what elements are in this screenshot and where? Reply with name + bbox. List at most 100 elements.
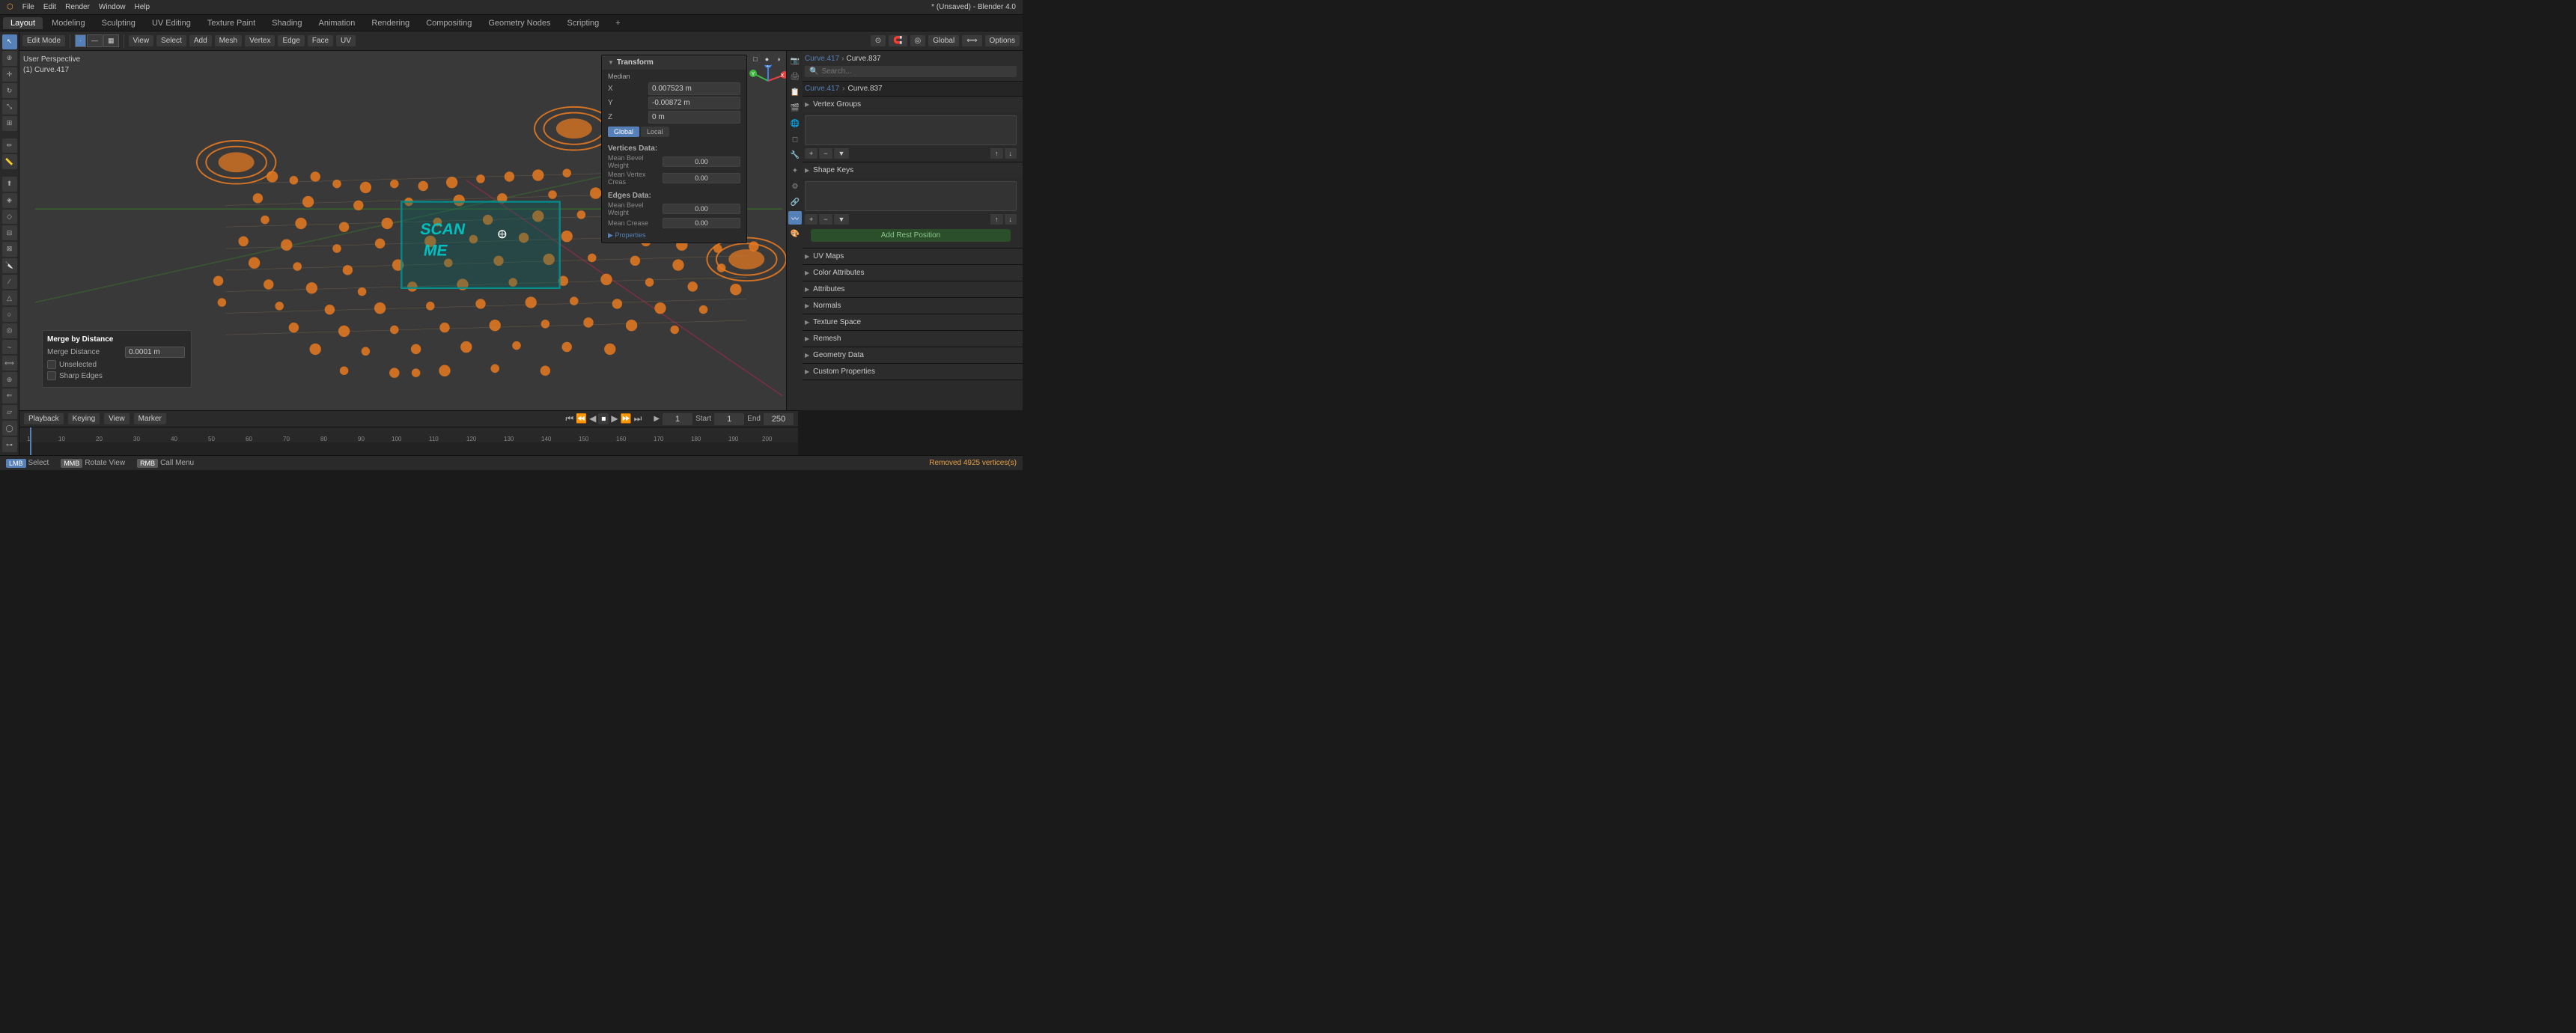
measure-tool[interactable]: 📏: [2, 154, 17, 169]
play-btn[interactable]: ▶: [611, 413, 618, 424]
stop-btn[interactable]: ⏹: [598, 413, 609, 424]
global-dropdown[interactable]: Global: [928, 35, 959, 46]
spin-tool[interactable]: ○: [2, 307, 17, 322]
inset-tool[interactable]: ◈: [2, 193, 17, 208]
remesh-header[interactable]: ▶ Remesh: [799, 331, 1023, 347]
to-sphere-tool[interactable]: ◯: [2, 421, 17, 436]
snap-btn[interactable]: 🧲: [889, 35, 907, 46]
mc-bar[interactable]: 0.00: [663, 218, 740, 228]
prop-icon-modifiers[interactable]: 🔧: [788, 148, 802, 162]
options-btn[interactable]: Options: [985, 35, 1020, 46]
edge-slide-tool[interactable]: ⟺: [2, 356, 17, 371]
menu-help[interactable]: Help: [130, 2, 153, 12]
tab-sculpting[interactable]: Sculpting: [94, 17, 143, 29]
menu-render[interactable]: Render: [61, 2, 94, 12]
prop-icon-world[interactable]: 🌐: [788, 117, 802, 130]
marker-btn[interactable]: Marker: [134, 413, 166, 424]
face-menu[interactable]: Face: [308, 35, 333, 46]
keying-btn[interactable]: Keying: [68, 413, 100, 424]
vertex-groups-header[interactable]: ▶ Vertex Groups: [799, 97, 1023, 112]
prop-icon-constraints[interactable]: 🔗: [788, 195, 802, 209]
transform-pivot-btn[interactable]: ◎: [910, 35, 926, 46]
select-menu[interactable]: Select: [156, 35, 186, 46]
viewport-shading-material[interactable]: ◑: [773, 54, 783, 65]
vg-up-btn[interactable]: ↑: [990, 148, 1003, 159]
tab-compositing[interactable]: Compositing: [418, 17, 479, 29]
vg-down-btn[interactable]: ↓: [1005, 148, 1017, 159]
tab-geometry-nodes[interactable]: Geometry Nodes: [481, 17, 558, 29]
prop-icon-physics[interactable]: ⚙: [788, 180, 802, 193]
merge-distance-input[interactable]: [125, 347, 185, 358]
bisect-tool[interactable]: ∕: [2, 275, 17, 290]
prop-icon-scene[interactable]: 🎬: [788, 101, 802, 115]
prop-icon-output[interactable]: 🖨: [788, 70, 802, 83]
shrink-fatten-tool[interactable]: ⊛: [2, 372, 17, 387]
annotate-tool[interactable]: ✏: [2, 138, 17, 153]
prop-icon-view-layer[interactable]: 📋: [788, 85, 802, 99]
texture-space-header[interactable]: ▶ Texture Space: [799, 314, 1023, 330]
poly-build-tool[interactable]: △: [2, 290, 17, 305]
viewport-gizmo[interactable]: X Y Z: [746, 58, 791, 103]
sk-add-btn[interactable]: +: [805, 214, 817, 225]
mvc-bar[interactable]: 0.00: [663, 173, 740, 183]
end-frame-input[interactable]: 250: [764, 413, 794, 425]
sk-remove-btn[interactable]: −: [819, 214, 832, 225]
add-menu[interactable]: Add: [189, 35, 212, 46]
vertex-mode-btn[interactable]: ·: [75, 34, 86, 47]
tab-shading[interactable]: Shading: [264, 17, 309, 29]
props-search-input[interactable]: [821, 67, 1012, 76]
custom-properties-header[interactable]: ▶ Custom Properties: [799, 364, 1023, 380]
props-search[interactable]: 🔍: [805, 66, 1017, 77]
normals-header[interactable]: ▶ Normals: [799, 298, 1023, 314]
mirror-btn[interactable]: ⟺: [962, 35, 981, 46]
scale-tool[interactable]: ⤡: [2, 100, 17, 115]
menu-edit[interactable]: Edit: [40, 2, 60, 12]
rip-tool[interactable]: ⊶: [2, 437, 17, 452]
transform-panel-header[interactable]: ▼ Transform: [602, 55, 746, 70]
loop-cut-tool[interactable]: ⊟: [2, 225, 17, 240]
view-menu[interactable]: View: [129, 35, 154, 46]
viewport-shading-solid[interactable]: ●: [762, 54, 772, 65]
mode-dropdown[interactable]: Edit Mode: [22, 35, 65, 46]
sk-up-btn[interactable]: ↑: [990, 214, 1003, 225]
tab-layout[interactable]: Layout: [3, 17, 43, 29]
tab-modeling[interactable]: Modeling: [44, 17, 93, 29]
vertex-menu[interactable]: Vertex: [245, 35, 275, 46]
current-frame-input[interactable]: 1: [663, 413, 692, 425]
color-attributes-header[interactable]: ▶ Color Attributes: [799, 265, 1023, 281]
sk-down-btn[interactable]: ↓: [1005, 214, 1017, 225]
shear-tool[interactable]: ▱: [2, 405, 17, 420]
extrude-tool[interactable]: ⬆: [2, 177, 17, 192]
play-first-frame-btn[interactable]: ⏮: [565, 413, 573, 424]
uv-maps-header[interactable]: ▶ UV Maps: [799, 249, 1023, 264]
tab-texture-paint[interactable]: Texture Paint: [200, 17, 263, 29]
transform-tool[interactable]: ⊞: [2, 116, 17, 131]
breadcrumb-obj[interactable]: Curve.417: [805, 55, 839, 63]
prop-icon-object[interactable]: ◻: [788, 132, 802, 146]
randomize-tool[interactable]: ~: [2, 340, 17, 355]
offset-edge-tool[interactable]: ⊠: [2, 242, 17, 257]
uv-menu[interactable]: UV: [336, 35, 356, 46]
global-tab[interactable]: Global: [608, 127, 639, 137]
play-last-frame-btn[interactable]: ⏭: [634, 413, 642, 424]
local-tab[interactable]: Local: [641, 127, 669, 137]
menu-window[interactable]: Window: [95, 2, 130, 12]
proportional-edit-btn[interactable]: ⊙: [871, 35, 886, 46]
play-back-btn[interactable]: ◀: [589, 413, 596, 424]
tab-uv-editing[interactable]: UV Editing: [144, 17, 198, 29]
start-frame-input[interactable]: 1: [714, 413, 744, 425]
cursor-tool[interactable]: ⊕: [2, 51, 17, 66]
smooth-tool[interactable]: ◎: [2, 323, 17, 338]
viewport-shading-wire[interactable]: □: [750, 54, 760, 65]
menu-file[interactable]: File: [19, 2, 38, 12]
play-next-keyframe-btn[interactable]: ⏩: [621, 413, 632, 424]
vg-add-btn[interactable]: +: [805, 148, 817, 159]
unselected-checkbox[interactable]: [47, 360, 56, 369]
mbw-vertex-bar[interactable]: 0.00: [663, 156, 740, 167]
geometry-data-header[interactable]: ▶ Geometry Data: [799, 347, 1023, 363]
timeline-view-btn[interactable]: View: [104, 413, 130, 424]
rotate-tool[interactable]: ↻: [2, 83, 17, 98]
mbw-edge-bar[interactable]: 0.00: [663, 204, 740, 214]
properties-link[interactable]: ▶ Properties: [608, 231, 740, 240]
prop-icon-render[interactable]: 📷: [788, 54, 802, 67]
